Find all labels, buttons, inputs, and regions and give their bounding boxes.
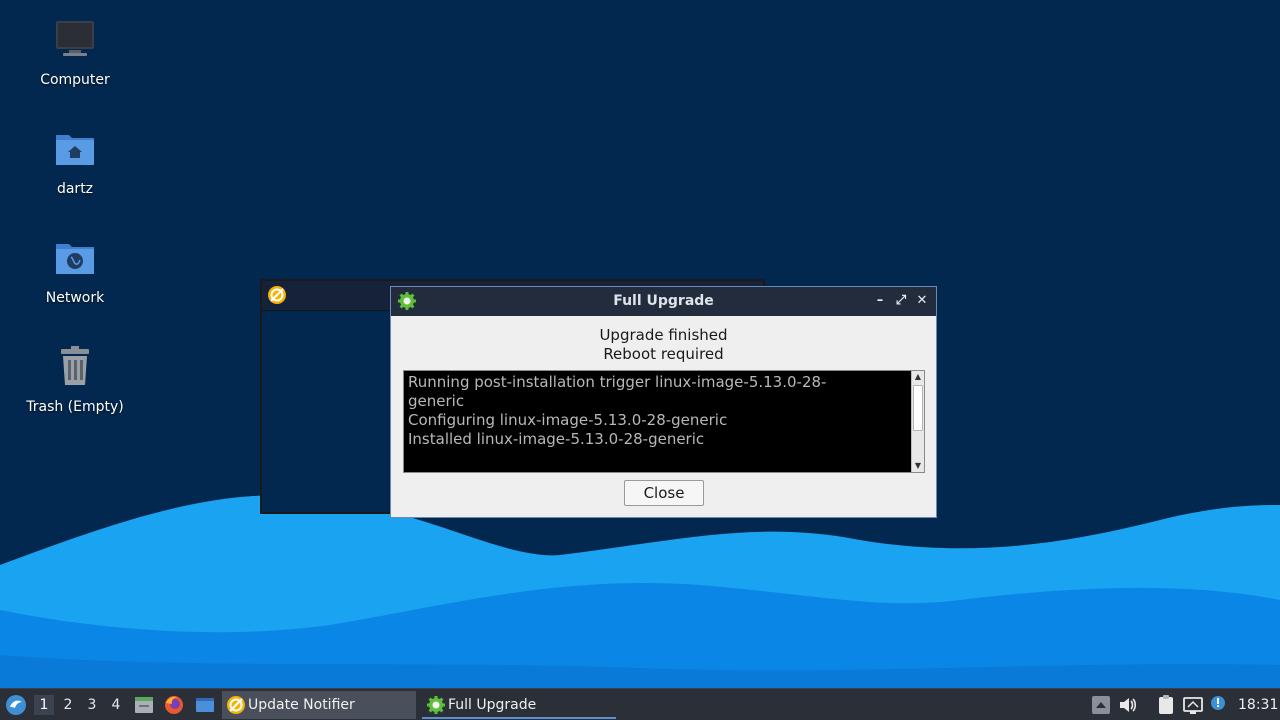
log-line: Configuring linux-image-5.13.0-28-generi… bbox=[408, 411, 728, 429]
desktop-icon-computer[interactable]: Computer bbox=[15, 18, 135, 88]
taskbar-task-update-notifier[interactable]: Update Notifier bbox=[222, 691, 416, 719]
close-button[interactable]: Close bbox=[624, 480, 704, 506]
trash-icon bbox=[61, 346, 89, 385]
status-message: Upgrade finished bbox=[599, 326, 728, 344]
gear-icon bbox=[427, 696, 445, 714]
show-desktop-icon[interactable] bbox=[194, 694, 216, 716]
update-notifier-icon bbox=[227, 696, 245, 714]
log-line: generic bbox=[408, 392, 465, 410]
desktop-icon-home-folder[interactable]: dartz bbox=[15, 127, 135, 197]
log-line: Installed linux-image-5.13.0-28-generic bbox=[408, 430, 705, 448]
network-folder-icon bbox=[56, 244, 94, 274]
clock[interactable]: 18:31 bbox=[1238, 695, 1278, 720]
scroll-down-arrow-icon[interactable]: ▼ bbox=[912, 460, 924, 472]
clipboard-icon[interactable] bbox=[1155, 694, 1177, 716]
computer-icon bbox=[56, 21, 94, 56]
tray-expand-icon[interactable] bbox=[1090, 694, 1112, 716]
desktop-icon-label: Trash (Empty) bbox=[26, 399, 124, 415]
close-window-button[interactable]: ✕ bbox=[913, 292, 931, 310]
volume-icon[interactable] bbox=[1117, 694, 1139, 716]
taskbar: 1 2 3 4 Update Notifier Full Upgrade 18:… bbox=[0, 688, 1280, 720]
reboot-message: Reboot required bbox=[603, 345, 724, 363]
firefox-icon[interactable] bbox=[163, 694, 185, 716]
scrollbar-thumb[interactable] bbox=[913, 385, 923, 431]
log-output[interactable]: Running post-installation trigger linux-… bbox=[403, 370, 925, 473]
minimize-button[interactable]: – bbox=[871, 292, 889, 310]
desktop-icon-trash[interactable]: Trash (Empty) bbox=[15, 345, 135, 415]
update-notifier-icon bbox=[268, 286, 286, 304]
log-line: Running post-installation trigger linux-… bbox=[408, 373, 827, 391]
home-folder-icon bbox=[56, 135, 94, 165]
update-available-icon[interactable] bbox=[1207, 694, 1229, 716]
task-label: Update Notifier bbox=[248, 697, 355, 713]
desktop-icon-label: Network bbox=[45, 290, 105, 306]
full-upgrade-dialog[interactable]: Full Upgrade – ⤢ ✕ Upgrade finished Rebo… bbox=[390, 286, 937, 518]
dialog-title: Full Upgrade bbox=[613, 293, 714, 309]
network-connection-icon[interactable] bbox=[1182, 694, 1204, 716]
workspace-3[interactable]: 3 bbox=[82, 695, 102, 715]
dialog-titlebar[interactable]: Full Upgrade – ⤢ ✕ bbox=[391, 287, 936, 316]
scroll-up-arrow-icon[interactable]: ▲ bbox=[912, 371, 924, 383]
desktop-icon-label: dartz bbox=[56, 181, 94, 197]
task-label: Full Upgrade bbox=[448, 697, 537, 713]
start-menu-icon[interactable] bbox=[4, 693, 28, 717]
desktop-icon-label: Computer bbox=[40, 72, 110, 88]
taskbar-task-full-upgrade[interactable]: Full Upgrade bbox=[422, 691, 616, 719]
maximize-button[interactable]: ⤢ bbox=[892, 292, 910, 310]
file-manager-icon[interactable] bbox=[133, 694, 155, 716]
desktop-icon-network[interactable]: Network bbox=[15, 236, 135, 306]
log-text: Running post-installation trigger linux-… bbox=[408, 373, 908, 449]
log-scrollbar[interactable]: ▲ ▼ bbox=[911, 371, 924, 472]
workspace-4[interactable]: 4 bbox=[106, 695, 126, 715]
workspace-2[interactable]: 2 bbox=[58, 695, 78, 715]
workspace-1[interactable]: 1 bbox=[34, 695, 54, 715]
